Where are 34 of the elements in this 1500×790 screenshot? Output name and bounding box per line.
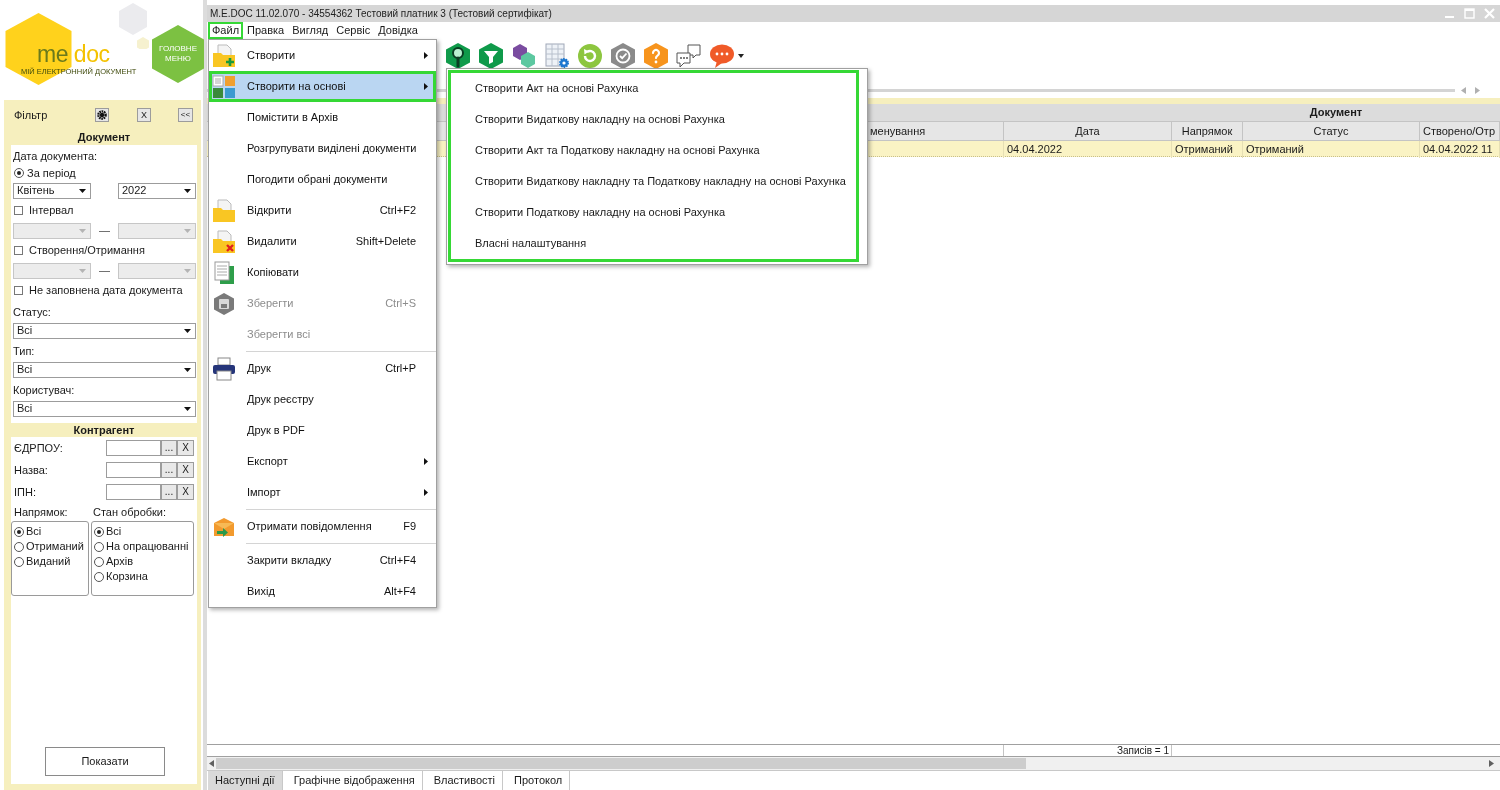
radio-label: Всі xyxy=(26,524,42,540)
logo-wordmark: me doc xyxy=(37,43,110,65)
field-label: Статус: xyxy=(13,304,51,320)
section-title: Документ xyxy=(77,130,131,146)
table-cell-text: 04.04.2022 11 xyxy=(1423,142,1493,157)
window-title: M.E.DOC 11.02.070 - 34554362 Тестовий платник 3 (Тестовий сертифікат) xyxy=(210,7,552,21)
checkbox-label: Не заповнена дата документа xyxy=(29,283,183,299)
section-title: Контрагент xyxy=(73,422,135,438)
table-cell-text: 04.04.2022 xyxy=(1007,142,1063,157)
field-label: Тип: xyxy=(13,343,35,359)
checkbox-label: Створення/Отримання xyxy=(29,243,145,259)
field-label: ЄДРПОУ: xyxy=(14,440,63,456)
radio-label: Всі xyxy=(106,524,122,540)
field-label: Назва: xyxy=(14,462,48,478)
group-label: Напрямок: xyxy=(14,505,68,518)
range-dash: — xyxy=(99,223,110,239)
panel-title: Фільтр xyxy=(14,107,48,123)
radio-label: Отриманий xyxy=(26,539,84,555)
field-label: Дата документа: xyxy=(13,148,98,164)
radio-label: За період xyxy=(27,165,76,181)
table-cell-text: Отриманий xyxy=(1175,142,1233,157)
table-cell-text: Отриманий xyxy=(1246,142,1304,157)
radio-label: Виданий xyxy=(26,554,71,570)
radio-label: Корзина xyxy=(106,569,148,585)
field-label: ІПН: xyxy=(14,484,36,500)
range-dash: — xyxy=(99,263,110,279)
group-header: Документ xyxy=(1309,105,1363,121)
group-label: Стан обробки: xyxy=(93,505,167,518)
radio-label: На опрацюванні xyxy=(106,539,189,555)
checkbox-label: Інтервал xyxy=(29,203,74,219)
record-count: Записів = 1 xyxy=(1116,745,1169,756)
radio-label: Архів xyxy=(106,554,134,570)
column-header: менування xyxy=(870,123,926,139)
field-label: Користувач: xyxy=(13,382,75,398)
